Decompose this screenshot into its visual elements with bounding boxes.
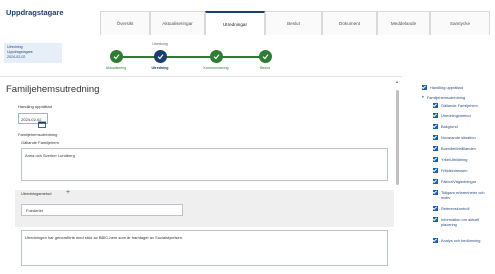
chevron-down-icon[interactable]: ▾: [422, 95, 424, 100]
sidebar-item[interactable]: Information om aktuell placering: [433, 217, 493, 227]
page-title: Familjehemsutredning: [6, 84, 100, 95]
checkbox-icon[interactable]: [433, 238, 438, 243]
sidebar-item-label: Boendeförhållanden: [441, 146, 476, 151]
checkbox-icon[interactable]: [433, 146, 438, 151]
step-label: Utredning: [151, 66, 169, 70]
check-icon: [213, 54, 220, 60]
step-beslut[interactable]: [259, 50, 272, 63]
sidebar-item-label: Handling upprättad: [430, 85, 463, 90]
tab-dokument[interactable]: Dokument: [322, 11, 377, 35]
sidebar-item-label: Nuvarande situation: [441, 135, 476, 140]
checkbox-icon[interactable]: [433, 135, 438, 140]
checkbox-icon[interactable]: [433, 190, 438, 195]
sidebar-item-label: Familjehemsutredning: [426, 95, 466, 100]
checkbox-icon[interactable]: [433, 157, 438, 162]
sidebar-item-label: Tidigare erfarenheter och motiv: [441, 190, 485, 200]
check-icon: [262, 54, 269, 60]
family-textarea[interactable]: Anna och Sverker Lundberg: [21, 148, 388, 181]
sidebar-group[interactable]: ▾ Familjehemsutredning: [422, 95, 465, 100]
sidebar-item[interactable]: Analys och bedömning: [433, 238, 480, 243]
sidebar-item-label: Fäktor/Vägledningar: [441, 179, 477, 184]
app-title: Uppdragstagare: [6, 8, 64, 17]
checkbox-icon[interactable]: [422, 85, 427, 90]
sidebar-item[interactable]: Bakgrund: [433, 124, 458, 129]
sidebar-item-label: Information om aktuell placering: [441, 217, 480, 227]
tab-aktualiseringar[interactable]: Aktualiseringar: [150, 11, 205, 35]
checkbox-icon[interactable]: [433, 206, 438, 211]
step-label: Aktualisering: [105, 66, 127, 70]
checkbox-icon[interactable]: [433, 103, 438, 108]
sidebar-item-label: Gällande Familjehem: [441, 103, 478, 108]
sidebar-item-label: Yrke/Utbildning: [441, 157, 468, 162]
sidebar-item[interactable]: Utredningsmetod: [433, 113, 471, 118]
sidebar-item[interactable]: Boendeförhållanden: [433, 146, 476, 151]
method-label: Utredningsmetod: [21, 191, 52, 196]
tab-meddelande[interactable]: Meddelande: [377, 11, 430, 35]
case-date: 2024-02-02: [7, 55, 26, 59]
family-label: Gällande Familjehem: [21, 140, 59, 145]
sidebar-item[interactable]: Handling upprättad: [422, 85, 463, 90]
step-aktualisering[interactable]: [110, 50, 123, 63]
case-info-box: Utredning Uppdragstagare 2024-02-02: [4, 43, 62, 63]
sidebar-item[interactable]: Gällande Familjehem: [433, 103, 478, 108]
step-label: Kommunicering: [203, 66, 229, 70]
section-label: Familjehemsutredning: [18, 132, 58, 137]
step-kommunicering[interactable]: [210, 50, 223, 63]
sidebar-item-label: Analys och bedömning: [441, 238, 481, 243]
checkbox-icon[interactable]: [433, 113, 438, 118]
checkbox-icon[interactable]: [433, 217, 438, 222]
checkbox-icon[interactable]: [433, 124, 438, 129]
method-input[interactable]: Foederler: [21, 204, 183, 216]
stepper-line: [116, 56, 266, 58]
date-label: Handling upprättad: [18, 104, 52, 109]
tab-beslut[interactable]: Beslut: [265, 11, 322, 35]
plus-icon[interactable]: +: [66, 189, 70, 196]
stepper-caption: Utredning: [152, 42, 168, 46]
sidebar-item[interactable]: Fäktor/Vägledningar: [433, 179, 476, 184]
sidebar-item-label: Referenskontroll: [441, 206, 470, 211]
scroll-up-icon[interactable]: ▲: [395, 79, 399, 84]
tab-oversikt[interactable]: Översikt: [100, 11, 150, 35]
sidebar-item-label: Fritidsintressen: [441, 168, 468, 173]
check-icon: [113, 54, 120, 60]
tab-utredningar[interactable]: Utredningar: [205, 11, 265, 35]
sidebar-item-label: Bakgrund: [441, 124, 458, 129]
step-label: Beslut: [260, 66, 270, 70]
sidebar-item[interactable]: Fritidsintressen: [433, 168, 467, 173]
check-icon: [157, 54, 164, 60]
scrollbar-thumb[interactable]: [396, 90, 399, 185]
sidebar-item[interactable]: Yrke/Utbildning: [433, 157, 467, 162]
checkbox-icon[interactable]: [433, 168, 438, 173]
calendar-icon[interactable]: [38, 115, 46, 133]
sidebar-item-label: Utredningsmetod: [441, 113, 471, 118]
tab-samtycke[interactable]: Samtycke: [430, 11, 490, 35]
sidebar-item[interactable]: Tidigare erfarenheter och motiv: [433, 190, 493, 200]
description-textarea[interactable]: Utredningen har genomförts med stöd av B…: [21, 230, 388, 266]
step-utredning[interactable]: [154, 50, 167, 63]
checkbox-icon[interactable]: [433, 179, 438, 184]
sidebar-item[interactable]: Referenskontroll: [433, 206, 469, 211]
sidebar-item[interactable]: Nuvarande situation: [433, 135, 476, 140]
